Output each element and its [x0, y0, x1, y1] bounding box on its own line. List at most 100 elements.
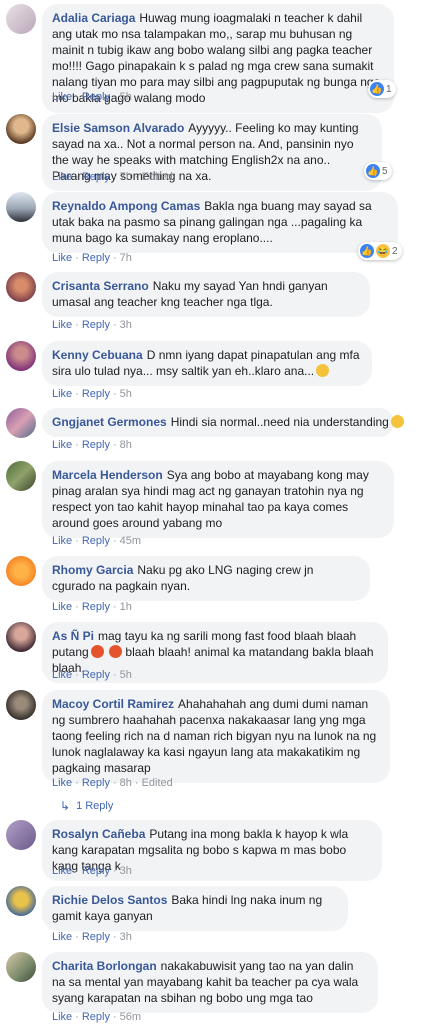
- comment-time[interactable]: 56m: [120, 1011, 141, 1023]
- comment-author[interactable]: Richie Delos Santos: [52, 893, 167, 907]
- comment-actions: Like · Reply · 3h: [52, 319, 132, 331]
- comment-author[interactable]: Adalia Cariaga: [52, 11, 135, 25]
- comment-actions: Like · Reply · 5h: [52, 388, 132, 400]
- comment-bubble: Crisanta Serrano Naku my sayad Yan hndi g…: [42, 272, 370, 317]
- comment-time[interactable]: 3h: [120, 319, 132, 331]
- avatar[interactable]: [6, 886, 36, 916]
- comment-actions: Like · Reply · 5h: [52, 669, 132, 681]
- comment-time[interactable]: 8h: [120, 777, 132, 789]
- like-link[interactable]: Like: [52, 777, 72, 789]
- edited-label[interactable]: Edited: [142, 777, 173, 789]
- comment-time[interactable]: 5h: [120, 91, 132, 103]
- comment-author[interactable]: Macoy Cortil Ramirez: [52, 697, 174, 711]
- reactions-summary[interactable]: 👍 😂 2: [358, 242, 402, 260]
- reply-link[interactable]: Reply: [82, 439, 110, 451]
- reply-link[interactable]: Reply: [82, 388, 110, 400]
- avatar[interactable]: [6, 690, 36, 720]
- comment-author[interactable]: As Ñ Pi: [52, 629, 94, 643]
- comment-actions: Like · Reply · 3h: [52, 931, 132, 943]
- avatar[interactable]: [6, 272, 36, 302]
- reactions-summary[interactable]: 👍 1: [368, 80, 396, 98]
- reply-link[interactable]: Reply: [82, 91, 110, 103]
- reply-link[interactable]: Reply: [82, 319, 110, 331]
- reactions-summary[interactable]: 👍 5: [364, 162, 392, 180]
- reply-link[interactable]: Reply: [82, 252, 110, 264]
- avatar[interactable]: [6, 114, 36, 144]
- avatar[interactable]: [6, 622, 36, 652]
- reply-link[interactable]: Reply: [82, 669, 110, 681]
- avatar[interactable]: [6, 4, 36, 34]
- comment-author[interactable]: Crisanta Serrano: [52, 279, 149, 293]
- comment-time[interactable]: 8h: [120, 439, 132, 451]
- avatar[interactable]: [6, 820, 36, 850]
- like-link[interactable]: Like: [52, 865, 72, 877]
- comment-author[interactable]: Gngjanet Germones: [52, 415, 167, 429]
- comment-time[interactable]: 5h: [120, 669, 132, 681]
- like-reaction-icon: 👍: [366, 164, 380, 178]
- comment-author[interactable]: Rosalyn Cañeba: [52, 827, 145, 841]
- avatar[interactable]: [6, 341, 36, 371]
- like-link[interactable]: Like: [52, 171, 72, 183]
- comment-time[interactable]: 5h: [120, 388, 132, 400]
- comment-actions: Like · Reply · 1h: [52, 601, 132, 613]
- comment-author[interactable]: Marcela Henderson: [52, 468, 163, 482]
- angry-emoji-icon: [90, 645, 104, 658]
- reply-link[interactable]: Reply: [82, 601, 110, 613]
- grinning-emoji-icon: [316, 364, 330, 377]
- comment-author[interactable]: Rhomy Garcia: [52, 563, 133, 577]
- haha-reaction-icon: 😂: [376, 244, 390, 258]
- edited-label[interactable]: Edited: [142, 171, 173, 183]
- avatar[interactable]: [6, 192, 36, 222]
- reaction-count: 1: [386, 83, 392, 95]
- reply-link[interactable]: Reply: [82, 171, 110, 183]
- comment-author[interactable]: Kenny Cebuana: [52, 348, 143, 362]
- comment-bubble: Macoy Cortil Ramirez Ahahahahah ang dumi …: [42, 690, 390, 783]
- comment-author[interactable]: Reynaldo Ampong Camas: [52, 199, 200, 213]
- comment-bubble: Kenny Cebuana D nmn iyang dapat pinapatul…: [42, 341, 372, 386]
- comment-bubble: Charita Borlongan nakakabuwisit yang tao …: [42, 952, 378, 1013]
- reply-link[interactable]: Reply: [82, 865, 110, 877]
- reply-link[interactable]: Reply: [82, 535, 110, 547]
- reply-arrow-icon: ↳: [60, 799, 71, 813]
- comment-time[interactable]: 3h: [120, 865, 132, 877]
- comment-time[interactable]: 3h: [120, 931, 132, 943]
- sad-emoji-icon: [390, 415, 404, 428]
- like-link[interactable]: Like: [52, 252, 72, 264]
- like-link[interactable]: Like: [52, 319, 72, 331]
- avatar[interactable]: [6, 408, 36, 438]
- comment-bubble: Rhomy Garcia Naku pg ako LNG naging crew …: [42, 556, 370, 601]
- reply-link[interactable]: Reply: [82, 1011, 110, 1023]
- comment-actions: Like · Reply · 3h: [52, 865, 132, 877]
- comment-text: Hindi sia normal..need nia understanding: [170, 415, 389, 429]
- like-link[interactable]: Like: [52, 601, 72, 613]
- comment-time[interactable]: 45m: [120, 535, 141, 547]
- reaction-count: 5: [382, 165, 388, 177]
- avatar[interactable]: [6, 952, 36, 982]
- reply-link[interactable]: Reply: [82, 931, 110, 943]
- comment-author[interactable]: Charita Borlongan: [52, 959, 157, 973]
- reply-link[interactable]: Reply: [82, 777, 110, 789]
- like-link[interactable]: Like: [52, 439, 72, 451]
- comment-time[interactable]: 7h: [120, 171, 132, 183]
- comment-time[interactable]: 7h: [120, 252, 132, 264]
- comment-actions: Like · Reply · 8h · Edited: [52, 777, 173, 789]
- like-link[interactable]: Like: [52, 1011, 72, 1023]
- comment-bubble: Richie Delos Santos Baka hindi lng naka i…: [42, 886, 348, 931]
- comment-actions: Like · Reply · 45m: [52, 535, 142, 547]
- comment-author[interactable]: Elsie Samson Alvarado: [52, 121, 184, 135]
- angry-emoji-icon: [109, 645, 123, 658]
- like-link[interactable]: Like: [52, 388, 72, 400]
- avatar[interactable]: [6, 461, 36, 491]
- like-link[interactable]: Like: [52, 669, 72, 681]
- like-reaction-icon: 👍: [370, 82, 384, 96]
- view-replies-link[interactable]: ↳ 1 Reply: [60, 799, 113, 813]
- comment-bubble: Gngjanet Germones Hindi sia normal..need …: [42, 408, 404, 437]
- avatar[interactable]: [6, 556, 36, 586]
- like-link[interactable]: Like: [52, 91, 72, 103]
- comment-time[interactable]: 1h: [120, 601, 132, 613]
- like-link[interactable]: Like: [52, 931, 72, 943]
- comment-actions: Like · Reply · 7h · Edited: [52, 171, 173, 183]
- view-replies-label[interactable]: 1 Reply: [76, 800, 113, 812]
- comment-actions: Like · Reply · 7h: [52, 252, 132, 264]
- like-link[interactable]: Like: [52, 535, 72, 547]
